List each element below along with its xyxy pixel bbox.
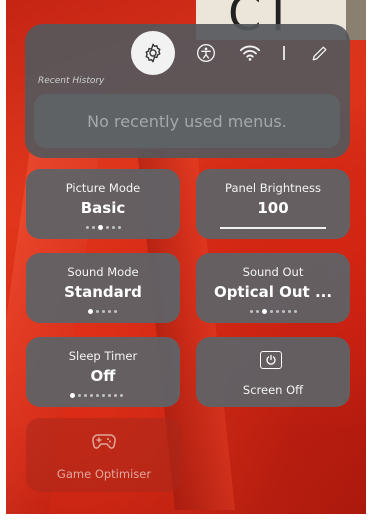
option-dot-active <box>97 225 103 230</box>
game-optimiser-tile[interactable]: Game Optimiser <box>26 418 182 492</box>
tile-value: Standard <box>64 283 142 301</box>
quick-settings-header-panel: Recent History No recently used menus. <box>25 24 350 158</box>
option-indicator <box>26 309 180 314</box>
recent-history-label: Recent History <box>38 76 105 86</box>
option-indicator <box>26 225 180 230</box>
option-dot <box>108 310 111 313</box>
option-dot <box>96 310 99 313</box>
sleep-timer-tile[interactable]: Sleep Timer Off <box>26 337 180 407</box>
option-dot <box>293 310 297 313</box>
picture-mode-tile[interactable]: Picture Mode Basic <box>26 169 180 239</box>
option-dot <box>91 226 95 229</box>
accessibility-icon <box>197 44 215 62</box>
option-dot <box>281 310 285 313</box>
option-dot <box>255 310 259 313</box>
icon-divider <box>283 46 285 60</box>
option-dot <box>108 394 111 397</box>
option-dot <box>111 226 115 229</box>
sound-out-tile[interactable]: Sound Out Optical Out ... <box>196 253 350 323</box>
option-dot-active <box>70 393 75 398</box>
option-dot <box>120 394 123 397</box>
option-dot-active <box>88 309 93 314</box>
option-dot <box>96 394 99 397</box>
option-indicator <box>196 309 350 314</box>
tile-title: Screen Off <box>242 383 304 397</box>
tile-value: Off <box>90 367 116 385</box>
option-indicator <box>26 393 180 398</box>
option-dot <box>102 394 105 397</box>
tile-value: Optical Out ... <box>213 283 333 301</box>
option-dot <box>275 310 279 313</box>
tile-title: Sleep Timer <box>68 349 138 363</box>
option-dot <box>84 394 87 397</box>
option-dot <box>117 226 121 229</box>
settings-button[interactable] <box>131 31 175 75</box>
edit-button[interactable] <box>305 38 335 68</box>
gear-icon <box>145 43 161 63</box>
tile-title: Sound Out <box>242 265 304 279</box>
recent-history-box: No recently used menus. <box>34 94 340 148</box>
tile-value: Basic <box>80 199 126 217</box>
tile-title: Panel Brightness <box>225 181 321 195</box>
sound-mode-tile[interactable]: Sound Mode Standard <box>26 253 180 323</box>
option-dot <box>78 394 81 397</box>
panel-brightness-tile[interactable]: Panel Brightness 100 <box>196 169 350 239</box>
gamepad-icon <box>92 434 116 449</box>
brightness-level-bar <box>220 227 326 229</box>
tile-title: Picture Mode <box>65 181 141 195</box>
option-dot-active <box>261 309 267 314</box>
network-button[interactable] <box>235 38 265 68</box>
pencil-icon <box>312 46 327 61</box>
tile-title: Sound Mode <box>67 265 139 279</box>
tile-value: 100 <box>257 199 289 217</box>
option-dot <box>102 310 105 313</box>
option-dot <box>105 226 109 229</box>
option-dot <box>114 310 117 313</box>
option-dot <box>85 226 89 229</box>
option-dot <box>269 310 273 313</box>
game-optimiser-label: Game Optimiser <box>56 467 152 481</box>
quick-settings-icon-row <box>25 24 350 84</box>
option-dot <box>114 394 117 397</box>
screen-off-tile[interactable]: Screen Off <box>196 337 350 407</box>
accessibility-button[interactable] <box>191 38 221 68</box>
recent-history-empty-text: No recently used menus. <box>87 111 287 131</box>
power-icon <box>260 351 282 369</box>
wifi-icon <box>239 45 261 61</box>
option-dot <box>287 310 291 313</box>
option-dot <box>90 394 93 397</box>
option-dot <box>249 310 253 313</box>
